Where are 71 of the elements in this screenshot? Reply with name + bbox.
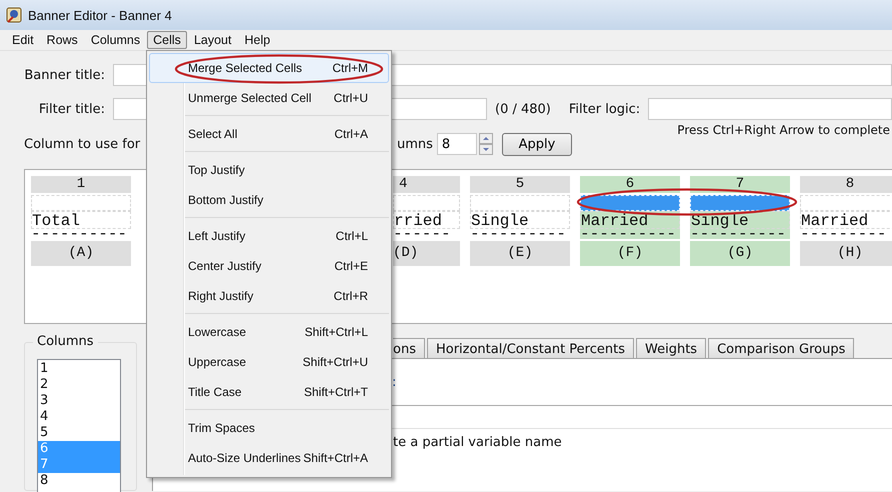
columns-count-field[interactable]: 8 (436, 133, 477, 155)
underline-text[interactable]: ---------- (580, 229, 680, 239)
menu-item[interactable]: Trim Spaces (149, 413, 389, 443)
banner-cell[interactable] (470, 195, 570, 211)
column-letter[interactable]: (D) (393, 241, 460, 266)
field-label: umns (397, 136, 433, 152)
menu-item[interactable]: Bottom Justify (149, 185, 389, 215)
column-letter[interactable]: (G) (690, 241, 790, 266)
menu-item[interactable]: Right Justify Ctrl+R (149, 281, 389, 311)
list-item[interactable]: 5 (38, 425, 120, 441)
tab[interactable]: Comparison Groups (708, 338, 854, 358)
menu-item[interactable]: Layout (188, 31, 238, 49)
menu-item[interactable]: Top Justify (149, 155, 389, 185)
underline-text[interactable]: ------ (393, 229, 460, 239)
menu-item[interactable]: Uppercase Shift+Ctrl+U (149, 347, 389, 377)
tab[interactable]: Weights (636, 338, 706, 358)
apply-button[interactable]: Apply (502, 132, 572, 156)
column-label[interactable]: rried (393, 211, 460, 229)
column-letter[interactable]: (F) (580, 241, 680, 266)
menu-item[interactable]: Cells (147, 31, 187, 49)
character-count: (0 / 480) (495, 102, 551, 116)
field-label: Column to use for (24, 136, 142, 152)
hint-text: te a partial variable name (392, 435, 563, 450)
menu-item[interactable]: Left Justify Ctrl+L (149, 221, 389, 251)
underline-text[interactable]: --------- (800, 229, 892, 239)
list-item[interactable]: 8 (38, 473, 120, 489)
menu-item[interactable]: Center Justify Ctrl+E (149, 251, 389, 281)
field-label: : (392, 374, 396, 390)
underline-text[interactable]: ---------- (31, 229, 131, 239)
column-letter[interactable]: (A) (31, 241, 131, 266)
column-number[interactable]: 1 (31, 176, 131, 193)
field-label: Banner title: (24, 68, 106, 82)
menu-item[interactable]: Title Case Shift+Ctrl+T (149, 377, 389, 407)
column-number[interactable]: 5 (470, 176, 570, 193)
spinner-arrows-icon (478, 133, 493, 155)
menu-item[interactable]: Columns (84, 31, 146, 49)
banner-cell[interactable] (800, 195, 892, 211)
list-item[interactable]: 1 (38, 361, 120, 377)
column-number[interactable]: 8 (800, 176, 892, 193)
underline-text[interactable]: ---------- (690, 229, 790, 239)
menu-item[interactable]: Help (238, 31, 276, 49)
field-label: Filter logic: (568, 102, 640, 116)
column-number[interactable]: 4 (393, 176, 460, 193)
list-item[interactable]: 4 (38, 409, 120, 425)
app-icon (6, 7, 22, 23)
column-label[interactable]: Single (470, 211, 570, 229)
hint-text: Press Ctrl+Right Arrow to complete (677, 123, 891, 137)
menu-item[interactable]: Auto-Size Underlines Shift+Ctrl+A (149, 443, 389, 473)
column-letter[interactable]: (E) (470, 241, 570, 266)
column-letter[interactable]: (H) (800, 241, 892, 266)
menu-item[interactable]: Lowercase Shift+Ctrl+L (149, 317, 389, 347)
filter-logic-field[interactable] (648, 98, 892, 120)
tab[interactable]: Horizontal/Constant Percents (426, 338, 634, 358)
column-number[interactable]: 6 (580, 176, 680, 193)
list-item[interactable]: 3 (38, 393, 120, 409)
menu-item[interactable]: Select All Ctrl+A (149, 119, 389, 149)
list-item[interactable]: 2 (38, 377, 120, 393)
banner-cell[interactable] (393, 195, 460, 211)
window-title: Banner Editor - Banner 4 (28, 8, 172, 22)
column-number[interactable]: 7 (690, 176, 790, 193)
column-label[interactable]: Total (31, 211, 131, 229)
field-label: Filter title: (38, 102, 106, 116)
tab[interactable]: ons (393, 338, 425, 358)
menu-item[interactable]: Unmerge Selected Cell Ctrl+U (149, 83, 389, 113)
column-label[interactable]: Married (580, 211, 680, 229)
menu-item[interactable]: Edit (6, 31, 40, 49)
menu-item[interactable]: Rows (40, 31, 84, 49)
banner-cell[interactable] (31, 195, 131, 211)
underline-text[interactable]: ---------- (470, 229, 570, 239)
column-label[interactable]: Married (800, 211, 892, 229)
menu-item[interactable]: Merge Selected Cells Ctrl+M (149, 53, 389, 83)
